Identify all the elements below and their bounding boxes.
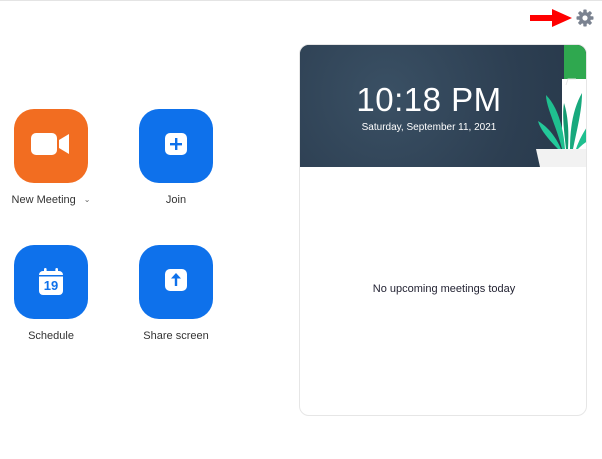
share-screen-icon-tile[interactable] <box>139 245 213 319</box>
settings-button[interactable] <box>575 8 595 28</box>
gear-icon <box>575 8 595 28</box>
new-meeting-label-text: New Meeting <box>11 194 76 206</box>
join-label: Join <box>165 194 187 206</box>
share-screen-label: Share screen <box>143 330 209 342</box>
clock-header: 10:18 PM Saturday, September 11, 2021 <box>300 45 586 167</box>
schedule-button[interactable]: 19 Schedule <box>0 245 106 342</box>
window-top-border <box>0 0 602 1</box>
calendar-day-number: 19 <box>43 278 59 293</box>
join-icon-tile[interactable] <box>139 109 213 183</box>
calendar-icon: 19 <box>38 268 64 296</box>
upcoming-meetings-panel: 10:18 PM Saturday, September 11, 2021 No… <box>299 44 587 416</box>
schedule-icon-tile[interactable]: 19 <box>14 245 88 319</box>
arrow-up-icon <box>163 267 189 298</box>
video-camera-icon <box>31 131 71 162</box>
schedule-label: Schedule <box>28 330 74 342</box>
share-screen-button[interactable]: Share screen <box>121 245 231 342</box>
plant-illustration <box>516 45 586 167</box>
chevron-down-icon[interactable]: ⌄ <box>84 195 91 204</box>
plus-icon <box>163 131 189 162</box>
red-arrow-icon <box>528 9 572 27</box>
new-meeting-button[interactable]: New Meeting ⌄ <box>0 109 106 206</box>
new-meeting-icon-tile[interactable] <box>14 109 88 183</box>
join-button[interactable]: Join <box>121 109 231 206</box>
new-meeting-label: New Meeting ⌄ <box>0 194 106 206</box>
no-meetings-message: No upcoming meetings today <box>372 283 516 295</box>
